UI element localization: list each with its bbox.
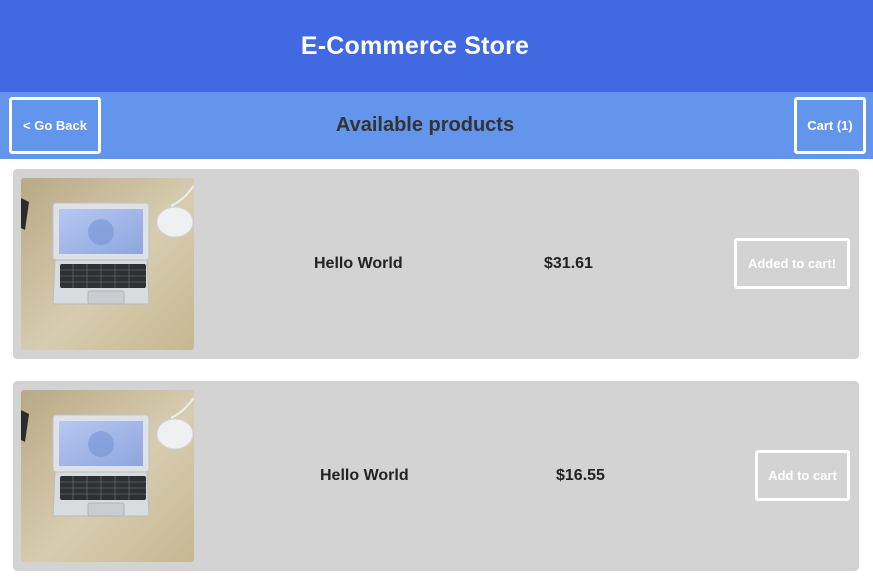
product-name: Hello World [320,467,409,484]
product-price: $31.61 [544,255,593,272]
app-header: E-Commerce Store [0,0,873,92]
product-card: Hello World $31.61 Added to cart! [13,169,859,359]
add-to-cart-button[interactable]: Add to cart [755,450,850,501]
store-title: E-Commerce Store [300,31,530,60]
laptop-photo-icon [21,390,194,562]
product-price: $16.55 [556,467,605,484]
product-card: Hello World $16.55 Add to cart [13,381,859,571]
cart-button[interactable]: Cart (1) [794,97,866,154]
page-title: Available products [335,114,515,136]
added-to-cart-button[interactable]: Added to cart! [734,238,850,289]
laptop-photo-icon [21,178,194,350]
store-page: E-Commerce Store < Go Back Available pro… [0,0,873,583]
products-nav-bar: < Go Back Available products Cart (1) [0,92,873,159]
product-name: Hello World [314,255,403,272]
